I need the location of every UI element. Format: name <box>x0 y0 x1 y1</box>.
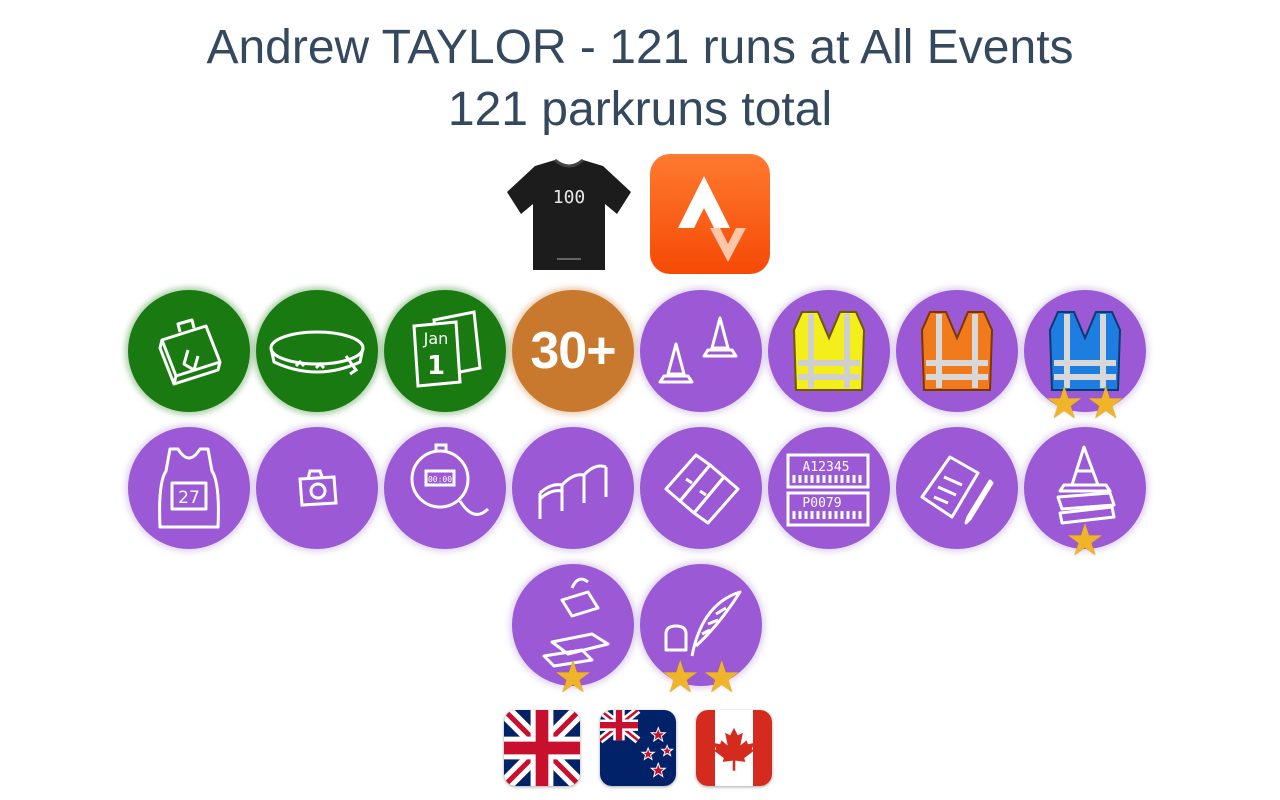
star-icon: ★ <box>1086 379 1126 428</box>
thirty-plus-label: 30+ <box>530 322 616 380</box>
star-rating: ★ ★ <box>1024 382 1146 426</box>
bib-number-label: 27 <box>178 488 200 508</box>
canada-flag-icon[interactable] <box>696 710 772 786</box>
calendar-day-label: 1 <box>427 351 445 381</box>
clipboard-pen-icon[interactable] <box>896 427 1018 549</box>
calendar-month-label: Jan <box>423 329 449 348</box>
quill-ink-icon[interactable]: ★ ★ <box>640 564 762 700</box>
thirty-plus-icon[interactable]: 30+ <box>512 290 634 412</box>
new-zealand-flag-icon[interactable] <box>600 710 676 786</box>
star-rating: ★ <box>512 656 634 700</box>
star-rating: ★ <box>1024 519 1146 563</box>
tshirt-100-icon[interactable]: 100 <box>505 158 633 276</box>
yellow-vest-icon[interactable] <box>768 290 890 412</box>
star-rating: ★ ★ <box>640 656 762 700</box>
stopwatch-time-label: 00:00 <box>428 475 452 484</box>
page-title: Andrew TAYLOR - 121 runs at All Events <box>206 21 1074 74</box>
calendar-jan-1-icon[interactable]: Jan 1 <box>384 290 506 412</box>
funnel-posts-icon[interactable] <box>512 427 634 549</box>
strava-icon[interactable] <box>650 154 770 274</box>
stopwatch-icon[interactable]: 00:00 <box>384 427 506 549</box>
cone-stack-icon[interactable]: ★ <box>1024 427 1146 563</box>
running-vest-27-icon[interactable]: 27 <box>128 427 250 549</box>
uk-flag-icon[interactable] <box>504 710 580 786</box>
star-icon: ★ <box>1065 516 1105 565</box>
star-icon: ★ <box>660 653 700 702</box>
athlete-barcode-label: A12345 <box>803 460 850 475</box>
token-sorting-icon[interactable]: ★ <box>512 564 634 700</box>
tokens-icon[interactable] <box>640 427 762 549</box>
suitcase-icon[interactable] <box>128 290 250 412</box>
camera-icon[interactable] <box>256 427 378 549</box>
orange-vest-icon[interactable] <box>896 290 1018 412</box>
wristband-icon[interactable] <box>256 290 378 412</box>
star-icon: ★ <box>702 653 742 702</box>
tshirt-label: 100 <box>553 187 586 208</box>
position-barcode-label: P0079 <box>802 496 841 511</box>
barcodes-icon[interactable]: A12345 P0079 <box>768 427 890 549</box>
star-icon: ★ <box>1044 379 1084 428</box>
star-icon: ★ <box>553 653 593 702</box>
page-subtitle: 121 parkruns total <box>447 83 833 136</box>
blue-vest-icon[interactable]: ★ ★ <box>1024 290 1146 426</box>
cones-icon[interactable] <box>640 290 762 412</box>
